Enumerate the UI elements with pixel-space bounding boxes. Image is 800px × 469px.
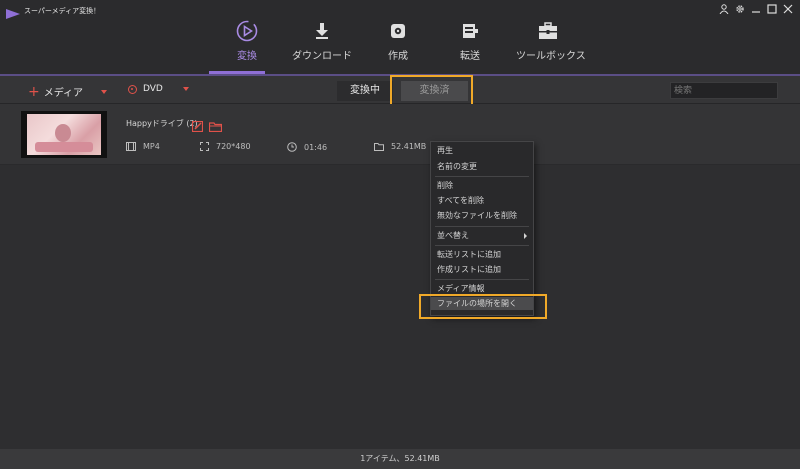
- media-file-name: Happyドライブ (2): [126, 119, 198, 128]
- menu-item-delete-invalid[interactable]: 無効なファイルを削除: [431, 209, 533, 222]
- highlight-open-location: [419, 294, 547, 319]
- film-icon: [126, 142, 136, 151]
- close-icon[interactable]: [782, 2, 794, 15]
- add-dvd-button[interactable]: DVD: [128, 84, 189, 94]
- search-input[interactable]: [670, 82, 778, 99]
- format-info: MP4: [126, 142, 160, 151]
- menu-item-add-create-list[interactable]: 作成リストに追加: [431, 263, 533, 276]
- minimize-icon[interactable]: [750, 2, 762, 15]
- nav-label-create: 作成: [388, 51, 408, 62]
- nav-tab-download[interactable]: ダウンロード: [288, 20, 356, 70]
- size-value: 52.41MB: [391, 142, 427, 151]
- video-thumbnail[interactable]: [21, 111, 107, 158]
- plus-icon: +: [28, 83, 40, 100]
- top-bar: スーパーメディア変換！ 変換 ダウンロード 作成 転送 ツールボックス: [0, 0, 800, 74]
- duration-info: 01:46: [287, 142, 327, 152]
- menu-divider: [435, 176, 529, 177]
- nav-tab-convert[interactable]: 変換: [219, 20, 275, 70]
- folder-icon[interactable]: [208, 117, 223, 136]
- add-media-button[interactable]: + メディア: [28, 83, 108, 100]
- dvd-dropdown-icon[interactable]: [182, 87, 189, 91]
- size-info: 52.41MB: [374, 142, 426, 151]
- menu-item-rename[interactable]: 名前の変更: [431, 160, 533, 173]
- gear-icon[interactable]: [734, 2, 746, 15]
- media-list-item[interactable]: Happyドライブ (2) MP4 720*480 01:46 52.41MB: [0, 104, 800, 165]
- transfer-icon: [452, 20, 488, 42]
- nav-tab-create[interactable]: 作成: [378, 20, 418, 70]
- nav-tab-toolbox[interactable]: ツールボックス: [516, 20, 586, 70]
- app-title: スーパーメディア変換！: [24, 7, 101, 15]
- menu-item-delete[interactable]: 削除: [431, 179, 533, 192]
- nav-label-convert: 変換: [237, 51, 257, 62]
- highlight-converted-tab: [390, 75, 473, 107]
- nav-label-transfer: 転送: [460, 51, 480, 62]
- resolution-icon: [200, 142, 209, 151]
- resolution-info: 720*480: [200, 142, 251, 151]
- main-nav: 変換 ダウンロード 作成 転送 ツールボックス: [0, 20, 800, 70]
- window-controls: [718, 2, 794, 15]
- clock-icon: [287, 142, 297, 152]
- add-media-dropdown-icon[interactable]: [101, 89, 108, 94]
- resolution-value: 720*480: [216, 142, 251, 151]
- format-value: MP4: [143, 142, 160, 151]
- dvd-label: DVD: [143, 84, 163, 94]
- dvd-disc-icon: [128, 84, 137, 94]
- maximize-icon[interactable]: [766, 2, 778, 15]
- nav-label-toolbox: ツールボックス: [516, 51, 586, 62]
- menu-divider: [435, 245, 529, 246]
- menu-divider: [435, 279, 529, 280]
- download-icon: [288, 20, 356, 42]
- toolbox-icon: [516, 20, 580, 42]
- convert-play-icon: [219, 20, 275, 42]
- edit-icon[interactable]: [191, 117, 204, 136]
- tab-converting[interactable]: 変換中: [337, 81, 393, 101]
- nav-label-download: ダウンロード: [292, 51, 352, 62]
- duration-value: 01:46: [304, 142, 328, 152]
- nav-tab-transfer[interactable]: 転送: [452, 20, 488, 70]
- context-menu: 再生 名前の変更 削除 すべてを削除 無効なファイルを削除 並べ替え 転送リスト…: [430, 141, 534, 316]
- menu-item-delete-all[interactable]: すべてを削除: [431, 194, 533, 207]
- menu-item-add-transfer-list[interactable]: 転送リストに追加: [431, 248, 533, 261]
- thumbnail-image: [27, 114, 101, 155]
- add-media-label: メディア: [43, 88, 84, 99]
- menu-item-play[interactable]: 再生: [431, 144, 533, 157]
- menu-item-sort[interactable]: 並べ替え: [431, 229, 533, 242]
- menu-item-sort-label: 並べ替え: [437, 231, 469, 240]
- menu-divider: [435, 226, 529, 227]
- burn-disc-icon: [378, 20, 418, 42]
- user-icon[interactable]: [718, 2, 730, 15]
- status-bar: 1アイテム、52.41MB: [0, 449, 800, 469]
- submenu-arrow-icon: [524, 233, 527, 239]
- folder-size-icon: [374, 142, 384, 151]
